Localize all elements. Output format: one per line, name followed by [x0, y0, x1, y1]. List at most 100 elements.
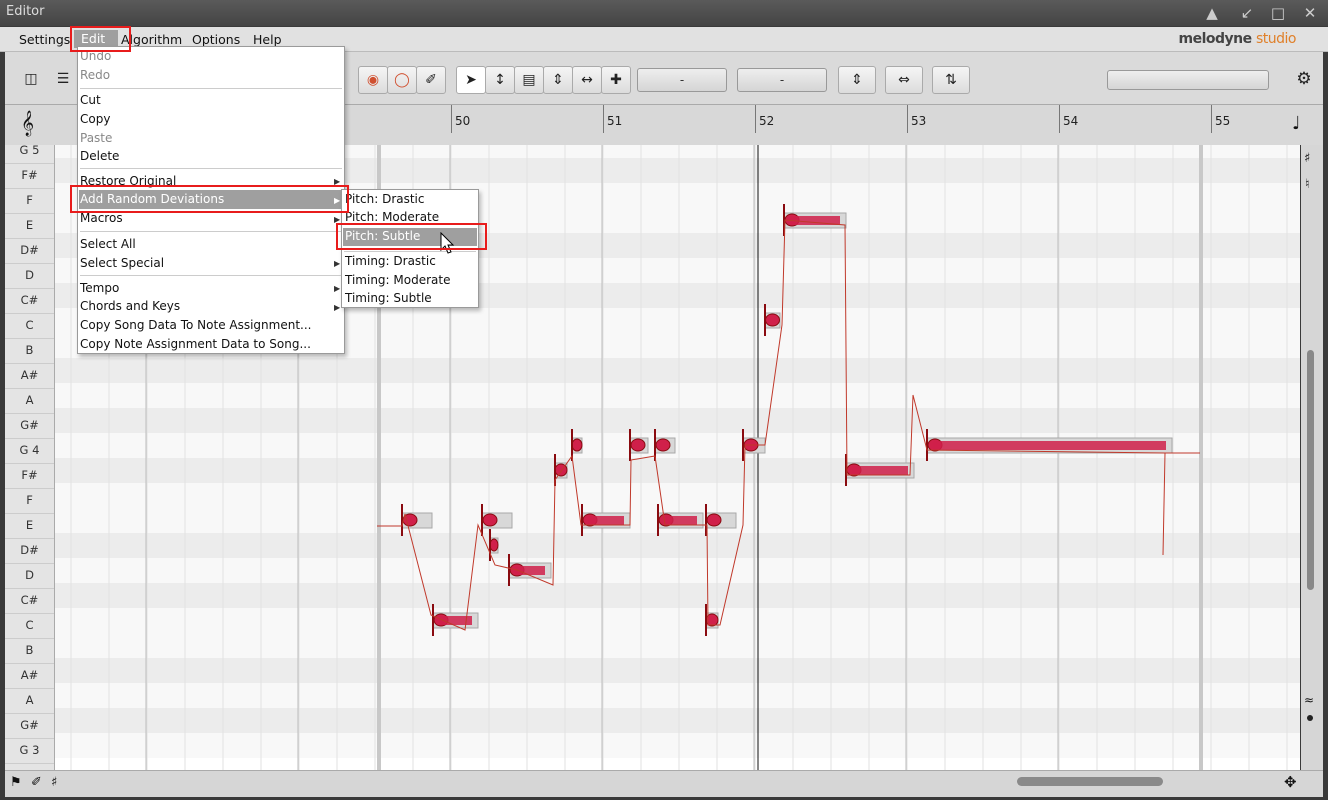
- menu-item-pitch-drastic[interactable]: Pitch: Drastic: [345, 192, 425, 206]
- pitch-label: F#: [5, 463, 54, 489]
- pitch-label: F: [5, 188, 54, 214]
- pitch-row: [55, 458, 1300, 483]
- menu-item-delete[interactable]: Delete: [80, 149, 119, 163]
- quantize-icon[interactable]: ⇅: [932, 66, 970, 94]
- fit-view-icon[interactable]: ✥: [1284, 773, 1297, 791]
- bar-label: 53: [911, 114, 927, 128]
- note-tool-icon[interactable]: ◉: [358, 66, 388, 94]
- menu-item-timing-drastic[interactable]: Timing: Drastic: [345, 254, 436, 268]
- menu-item-select-all[interactable]: Select All: [80, 237, 136, 251]
- menu-item-tempo[interactable]: Tempo: [80, 281, 119, 295]
- toolbar-field-2[interactable]: -: [737, 68, 827, 92]
- waves-icon[interactable]: ≈: [1304, 693, 1314, 707]
- pitch-label: D: [5, 263, 54, 289]
- toolbar-field-1[interactable]: -: [637, 68, 727, 92]
- pitch-row: [55, 408, 1300, 433]
- menu-item-cut[interactable]: Cut: [80, 93, 101, 107]
- pitch-macro-icon[interactable]: ⇕: [838, 66, 876, 94]
- pitch-label: G 3: [5, 738, 54, 764]
- pointer-tool-icon[interactable]: ➤: [456, 66, 486, 94]
- maximize-icon[interactable]: □: [1267, 3, 1289, 23]
- pin-icon[interactable]: ▲: [1201, 3, 1223, 23]
- pitch-row: [55, 633, 1300, 658]
- pitch-label: G#: [5, 713, 54, 739]
- pitch-row: [55, 383, 1300, 408]
- note-body: [852, 466, 908, 475]
- menu-item-macros[interactable]: Macros: [80, 211, 123, 225]
- pitch-row: [55, 583, 1300, 608]
- note-blob: [706, 513, 722, 527]
- note-blob: [630, 438, 646, 452]
- time-tool-icon[interactable]: ↔: [572, 66, 602, 94]
- pitch-label: C: [5, 313, 54, 339]
- right-panel: ♯ ♮ ≈: [1301, 145, 1323, 770]
- grid-icon[interactable]: ♯: [51, 775, 57, 790]
- note-body: [588, 516, 624, 525]
- menu-item-timing-moderate[interactable]: Timing: Moderate: [345, 273, 450, 287]
- panel-toggle-icon[interactable]: ◫: [17, 66, 45, 92]
- menu-item-pitch-moderate[interactable]: Pitch: Moderate: [345, 210, 439, 224]
- timing-macro-icon[interactable]: ⇔: [885, 66, 923, 94]
- pitch-label: A: [5, 688, 54, 714]
- flag-icon[interactable]: ⚑: [10, 775, 22, 790]
- horizontal-scrollbar[interactable]: [1017, 777, 1163, 786]
- mixer-icon[interactable]: ☰: [49, 66, 77, 92]
- pitch-label: B: [5, 638, 54, 664]
- treble-clef-icon[interactable]: 𝄞: [21, 111, 34, 136]
- pitch-row: [55, 358, 1300, 383]
- pitch-row: [55, 483, 1300, 508]
- blob-tool-icon[interactable]: ◯: [387, 66, 417, 94]
- annotation-box-add-random: [70, 185, 349, 213]
- menu-item-chords-and-keys[interactable]: Chords and Keys: [80, 299, 180, 313]
- tools-icon[interactable]: ✐: [31, 775, 42, 790]
- wrench-tool-icon[interactable]: ✐: [416, 66, 446, 94]
- submenu-arrow-icon: ▶: [334, 259, 341, 268]
- menu-item-copy-song-data[interactable]: Copy Song Data To Note Assignment...: [80, 318, 311, 332]
- pitch-row: [55, 658, 1300, 683]
- pitch-label: C#: [5, 288, 54, 314]
- note-body: [933, 441, 1166, 450]
- pitch-label: B: [5, 338, 54, 364]
- pitch-label: E: [5, 513, 54, 539]
- close-icon[interactable]: ✕: [1299, 3, 1321, 23]
- note-value-icon[interactable]: ♩: [1292, 113, 1301, 134]
- menu-item-select-special[interactable]: Select Special: [80, 256, 164, 270]
- pitch-ruler: G 5 F# F E D# D C# C B A# A G# G 4 F# F E D# D C# C B A# A G# G …: [5, 143, 55, 770]
- pitch-label: A#: [5, 363, 54, 389]
- menu-item-timing-subtle[interactable]: Timing: Subtle: [345, 291, 432, 305]
- region-end-marker: [1199, 145, 1203, 770]
- zoom-slider[interactable]: [1107, 70, 1269, 90]
- menu-help[interactable]: Help: [253, 32, 282, 47]
- separation-tool-icon[interactable]: ✚: [601, 66, 631, 94]
- annotation-box-edit: [70, 26, 131, 52]
- zoom-handle[interactable]: [1307, 715, 1313, 721]
- pitch-label: F: [5, 488, 54, 514]
- vertical-scrollbar[interactable]: [1307, 350, 1314, 590]
- menu-options[interactable]: Options: [192, 32, 240, 47]
- note-blob: [482, 513, 498, 527]
- menu-settings[interactable]: Settings: [19, 32, 70, 47]
- note-blob: [765, 313, 780, 327]
- bar-label: 51: [607, 114, 623, 128]
- pitch-label: E: [5, 213, 54, 239]
- window-title: Editor: [6, 4, 45, 19]
- formant-tool-icon[interactable]: ▤: [514, 66, 544, 94]
- menu-item-copy[interactable]: Copy: [80, 112, 110, 126]
- amplitude-tool-icon[interactable]: ⇕: [543, 66, 573, 94]
- detach-icon[interactable]: ↙: [1236, 3, 1258, 23]
- scale-icon[interactable]: ♮: [1305, 177, 1310, 192]
- menu-item-paste[interactable]: Paste: [80, 131, 112, 145]
- pitch-label: A#: [5, 663, 54, 689]
- bar-label: 52: [759, 114, 775, 128]
- gear-icon[interactable]: ⚙: [1290, 66, 1318, 92]
- pitch-label: F#: [5, 163, 54, 189]
- chromatic-icon[interactable]: ♯: [1304, 151, 1310, 166]
- pitch-label: D: [5, 563, 54, 589]
- pitch-label: C#: [5, 588, 54, 614]
- pitch-row: [55, 733, 1300, 758]
- pitch-row: [55, 708, 1300, 733]
- bar-label: 54: [1063, 114, 1079, 128]
- pitch-tool-icon[interactable]: ↕: [485, 66, 515, 94]
- menu-item-redo[interactable]: Redo: [80, 68, 110, 82]
- menu-item-copy-note-data[interactable]: Copy Note Assignment Data to Song...: [80, 337, 311, 351]
